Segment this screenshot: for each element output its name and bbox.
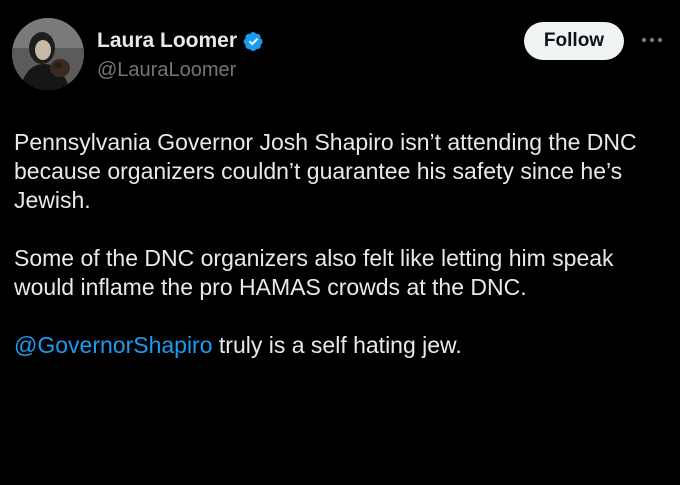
- tweet-paragraph-3: @GovernorShapiro truly is a self hating …: [14, 331, 664, 360]
- tweet-paragraph-3-text: truly is a self hating jew.: [212, 332, 462, 358]
- more-options-icon[interactable]: [638, 30, 666, 50]
- follow-button[interactable]: Follow: [524, 22, 624, 60]
- avatar[interactable]: [12, 18, 84, 90]
- avatar-photo-icon: [12, 18, 84, 90]
- verified-badge-icon[interactable]: [243, 31, 264, 52]
- tweet-paragraph-1: Pennsylvania Governor Josh Shapiro isn’t…: [14, 129, 637, 213]
- author-name-row[interactable]: Laura Loomer: [97, 28, 264, 54]
- tweet-card: Laura Loomer @LauraLoomer Follow Pennsyl…: [0, 0, 680, 485]
- mention-link[interactable]: @GovernorShapiro: [14, 332, 213, 358]
- tweet-paragraph-2: Some of the DNC organizers also felt lik…: [14, 245, 614, 300]
- author-display-name[interactable]: Laura Loomer: [97, 28, 237, 54]
- tweet-text: Pennsylvania Governor Josh Shapiro isn’t…: [14, 128, 664, 360]
- author-handle[interactable]: @LauraLoomer: [97, 58, 236, 82]
